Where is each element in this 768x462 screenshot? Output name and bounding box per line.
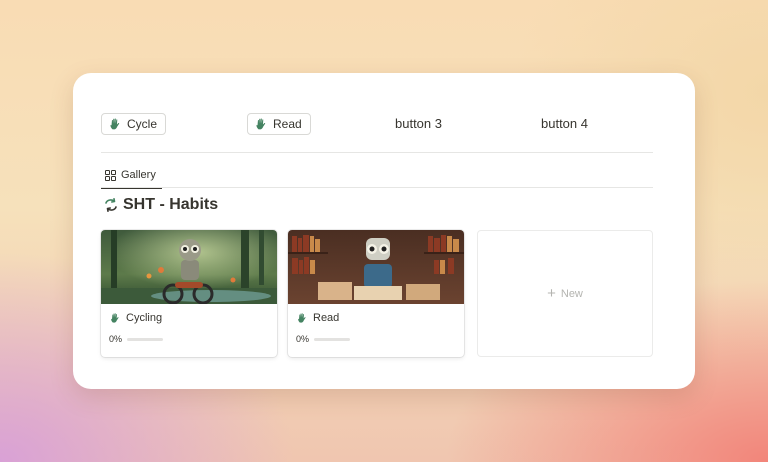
sync-arrows-icon (105, 198, 117, 212)
gallery-card-cycling[interactable]: Cycling 0% (101, 230, 277, 357)
new-card-label: New (560, 287, 583, 300)
tab-divider (101, 187, 653, 188)
cycle-button[interactable]: Cycle (101, 113, 167, 135)
progress-indicator: 0% (109, 334, 164, 344)
habits-panel: Cycle Read button 3 button 4 Gallery SHT (73, 73, 695, 389)
new-card-button[interactable]: + New (477, 230, 653, 357)
hand-icon (256, 118, 266, 130)
database-title[interactable]: SHT - Habits (103, 196, 218, 214)
gallery-grid-icon (105, 169, 116, 181)
button-4[interactable]: button 4 (541, 116, 588, 131)
read-button-label: Read (273, 117, 302, 131)
gallery-card-read[interactable]: Read 0% (288, 230, 464, 357)
hand-icon (111, 313, 119, 323)
card-title-read: Read (296, 312, 339, 324)
robot-reading-cover-image (288, 230, 464, 304)
divider (101, 152, 653, 153)
robot-cycling-cover-image (101, 230, 277, 304)
card-title-text: Cycling (126, 312, 163, 324)
card-title-text: Read (313, 312, 340, 324)
plus-icon: + (547, 285, 556, 302)
card-title-cycling: Cycling (109, 312, 162, 324)
button-3[interactable]: button 3 (395, 116, 442, 131)
hand-icon (298, 313, 306, 323)
progress-label: 0% (296, 334, 310, 344)
progress-bar (314, 337, 351, 341)
read-button[interactable]: Read (247, 113, 311, 135)
button-row: Cycle Read button 3 button 4 (101, 113, 653, 137)
tab-gallery[interactable]: Gallery (101, 163, 160, 187)
cycle-button-label: Cycle (127, 117, 158, 131)
progress-label: 0% (109, 334, 123, 344)
hand-icon (110, 118, 120, 130)
progress-indicator: 0% (296, 334, 351, 344)
database-title-text: SHT - Habits (123, 196, 219, 213)
progress-bar (127, 337, 164, 341)
tab-gallery-label: Gallery (121, 169, 156, 181)
